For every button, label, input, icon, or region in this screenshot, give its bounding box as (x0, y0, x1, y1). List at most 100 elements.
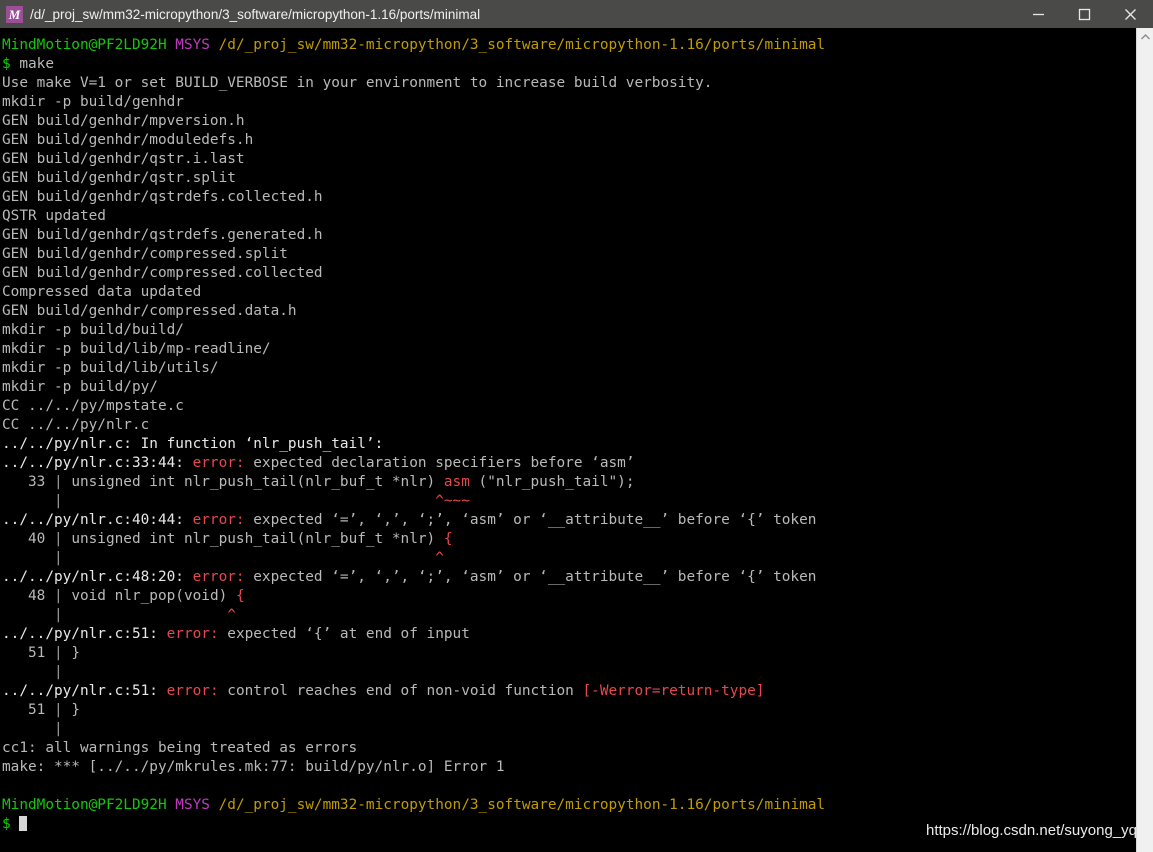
terminal-line-error-51-brace: ../../py/nlr.c:51: error: expected ‘{’ a… (2, 625, 1136, 644)
terminal-text: : (374, 436, 384, 452)
terminal-output[interactable]: MindMotion@PF2LD92H MSYS /d/_proj_sw/mm3… (0, 28, 1136, 852)
scroll-up-icon[interactable] (1137, 28, 1153, 45)
terminal-text: 51 (2, 702, 54, 718)
terminal-line-mkdir-py: mkdir -p build/py/ (2, 378, 1136, 397)
terminal-text: mkdir -p build/lib/mp-readline/ (2, 341, 271, 357)
terminal-line-cc-nlr: CC ../../py/nlr.c (2, 416, 1136, 435)
terminal-text: MSYS (175, 797, 210, 813)
terminal-text: Use make V=1 or set BUILD_VERBOSE in you… (2, 75, 713, 91)
terminal-text: make (10, 56, 54, 72)
window-titlebar[interactable]: M /d/_proj_sw/mm32-micropython/3_softwar… (0, 0, 1153, 28)
terminal-line-mkdir-genhdr: mkdir -p build/genhdr (2, 93, 1136, 112)
terminal-line-src-48: 48 | void nlr_pop(void) { (2, 587, 1136, 606)
terminal-text: | (53, 702, 63, 718)
terminal-line-gen-qstr-split: GEN build/genhdr/qstr.split (2, 169, 1136, 188)
terminal-text: error: (192, 569, 254, 585)
minimize-button[interactable] (1015, 0, 1061, 28)
terminal-text: asm (443, 474, 470, 490)
terminal-line-compressed-updated: Compressed data updated (2, 283, 1136, 302)
terminal-text: [-Werror=return-type] (582, 683, 765, 699)
terminal-text: | (53, 664, 63, 680)
terminal-line-caret-51-a: | (2, 663, 1136, 682)
terminal-line-caret-51-b: | (2, 720, 1136, 739)
terminal-line-gen-qstrdefs-collected: GEN build/genhdr/qstrdefs.collected.h (2, 188, 1136, 207)
terminal-line-in-function: ../../py/nlr.c: In function ‘nlr_push_ta… (2, 435, 1136, 454)
terminal-text: 33 (2, 474, 54, 490)
terminal-line-gen-compressed-collected: GEN build/genhdr/compressed.collected (2, 264, 1136, 283)
terminal-text: error: (192, 512, 254, 528)
terminal-text: error: (166, 683, 228, 699)
terminal-text: $ (2, 56, 11, 72)
terminal-text: CC ../../py/mpstate.c (2, 398, 184, 414)
close-button[interactable] (1107, 0, 1153, 28)
watermark: https://blog.csdn.net/suyong_yq (926, 822, 1137, 839)
terminal-text: GEN build/genhdr/mpversion.h (2, 113, 245, 129)
terminal-text: } (62, 702, 80, 718)
terminal-text: ../../py/nlr.c: In function (2, 436, 245, 452)
terminal-text: ("nlr_push_tail"); (469, 474, 635, 490)
terminal-text: GEN build/genhdr/qstr.split (2, 170, 236, 186)
terminal-text: { (443, 531, 453, 547)
terminal-text: 51 (2, 645, 54, 661)
terminal-text: unsigned int nlr_push_tail(nlr_buf_t *nl… (62, 474, 444, 490)
terminal-text: { (235, 588, 245, 604)
terminal-text: ^ (227, 607, 236, 623)
terminal-line-gen-moduledefs: GEN build/genhdr/moduledefs.h (2, 131, 1136, 150)
terminal-line-gen-mpversion: GEN build/genhdr/mpversion.h (2, 112, 1136, 131)
window-controls (1015, 0, 1153, 28)
terminal-line-caret-33: | ^~~~ (2, 492, 1136, 511)
terminal-text: error: (192, 455, 254, 471)
terminal-text: expected declaration specifiers before ‘… (253, 455, 635, 471)
terminal-line-src-51-a: 51 | } (2, 644, 1136, 663)
terminal-text: 40 (2, 531, 54, 547)
terminal-line-prompt-2: MindMotion@PF2LD92H MSYS /d/_proj_sw/mm3… (2, 796, 1136, 815)
terminal-text: | (53, 607, 63, 623)
terminal-text: make: *** [../../py/mkrules.mk:77: build… (2, 759, 505, 775)
window-title: /d/_proj_sw/mm32-micropython/3_software/… (30, 6, 481, 22)
terminal-line-mkdir-mp-readline: mkdir -p build/lib/mp-readline/ (2, 340, 1136, 359)
terminal-text: GEN build/genhdr/moduledefs.h (2, 132, 254, 148)
terminal-line-caret-48: | ^ (2, 606, 1136, 625)
terminal-line-src-40: 40 | unsigned int nlr_push_tail(nlr_buf_… (2, 530, 1136, 549)
terminal-text: GEN build/genhdr/qstrdefs.collected.h (2, 189, 323, 205)
terminal-text: /d/_proj_sw/mm32-micropython/3_software/… (218, 37, 826, 53)
terminal-line-gen-compressed-data: GEN build/genhdr/compressed.data.h (2, 302, 1136, 321)
terminal-line-error-51-return: ../../py/nlr.c:51: error: control reache… (2, 682, 1136, 701)
terminal-text: mkdir -p build/py/ (2, 379, 158, 395)
terminal-text: ../../py/nlr.c:51: (2, 626, 167, 642)
terminal-text: ../../py/nlr.c:51: (2, 683, 167, 699)
maximize-button[interactable] (1061, 0, 1107, 28)
terminal-text: expected ‘=’, ‘,’, ‘;’, ‘asm’ or ‘__attr… (253, 569, 817, 585)
terminal-text: expected ‘=’, ‘,’, ‘;’, ‘asm’ or ‘__attr… (253, 512, 817, 528)
terminal-line-blank-1 (2, 777, 1136, 796)
terminal-text: void nlr_pop(void) (62, 588, 236, 604)
terminal-text: GEN build/genhdr/compressed.split (2, 246, 288, 262)
vertical-scrollbar[interactable] (1136, 28, 1153, 852)
terminal-line-gen-qstrdefs-generated: GEN build/genhdr/qstrdefs.generated.h (2, 226, 1136, 245)
terminal-text: cc1: all warnings being treated as error… (2, 740, 358, 756)
terminal-text: MindMotion@PF2LD92H (2, 797, 167, 813)
app-icon: M (6, 5, 23, 23)
terminal-line-gen-qstr-i-last: GEN build/genhdr/qstr.i.last (2, 150, 1136, 169)
terminal-line-error-40-44: ../../py/nlr.c:40:44: error: expected ‘=… (2, 511, 1136, 530)
terminal-line-src-33: 33 | unsigned int nlr_push_tail(nlr_buf_… (2, 473, 1136, 492)
terminal-text: error: (166, 626, 228, 642)
terminal-text: mkdir -p build/lib/utils/ (2, 360, 219, 376)
terminal-line-gen-compressed-split: GEN build/genhdr/compressed.split (2, 245, 1136, 264)
terminal-text: ../../py/nlr.c:33:44: (2, 455, 193, 471)
terminal-line-mkdir-build: mkdir -p build/build/ (2, 321, 1136, 340)
terminal-line-prompt-1: MindMotion@PF2LD92H MSYS /d/_proj_sw/mm3… (2, 36, 1136, 55)
terminal-text: GEN build/genhdr/compressed.data.h (2, 303, 297, 319)
terminal-text: | (53, 550, 63, 566)
terminal-text: ../../py/nlr.c:40:44: (2, 512, 193, 528)
